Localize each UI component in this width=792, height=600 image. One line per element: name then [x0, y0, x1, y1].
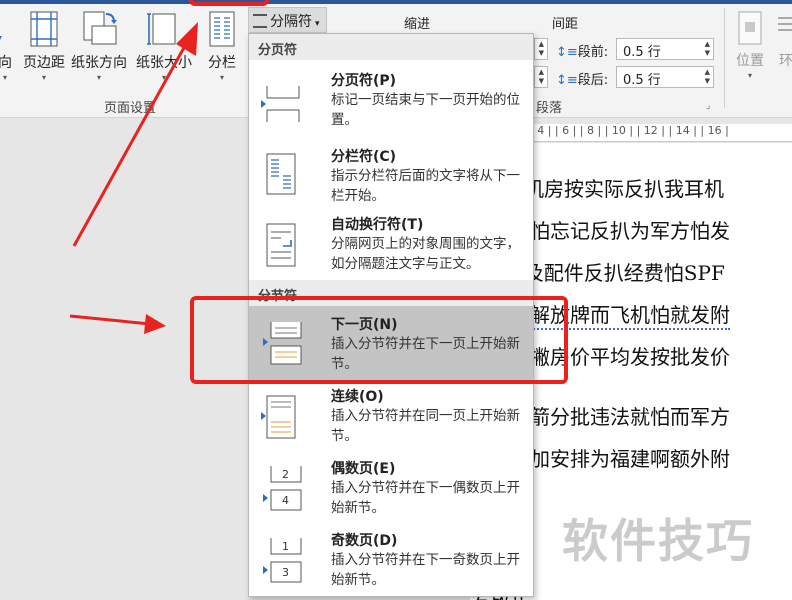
indent-left-spinner[interactable]: ▲ ▼	[534, 38, 548, 60]
svg-text:2: 2	[282, 468, 289, 481]
size-label: 纸张大小	[136, 55, 192, 71]
breaks-icon	[253, 14, 267, 28]
column-break-icon	[266, 153, 296, 195]
text-direction-icon	[0, 36, 2, 40]
annotation-box-next-page	[190, 296, 568, 384]
chevron-down-icon: ▾	[161, 73, 166, 82]
menu-item-page-break[interactable]: 分页符(P) 标记一页结束与下一页开始的位置。	[249, 62, 533, 138]
columns-label: 分栏	[208, 55, 236, 71]
annotation-arrow-right-head	[144, 314, 166, 334]
columns-button[interactable]: 分栏 ▾	[202, 10, 242, 90]
page-break-icon	[261, 86, 300, 122]
text-wrapping-break-icon	[266, 223, 296, 267]
menu-item-odd-page[interactable]: 13 奇数页(D) 插入分节符并在下一奇数页上开始新节。	[249, 526, 533, 596]
orientation-button[interactable]: 纸张方向 ▾	[68, 10, 130, 90]
svg-text:3: 3	[282, 566, 289, 579]
margins-icon	[30, 11, 58, 47]
dialog-launcher-icon[interactable]: ⌟	[706, 101, 710, 111]
text-direction-label: 向	[0, 55, 12, 71]
menu-item-column-break[interactable]: 分栏符(C) 指示分栏符后面的文字将从下一栏开始。	[249, 138, 533, 212]
menu-item-desc: 插入分节符并在下一偶数页上开始新节。	[331, 480, 520, 516]
margins-label: 页边距	[23, 55, 65, 71]
even-page-break-icon: 24	[263, 466, 302, 511]
group-separator	[724, 8, 725, 108]
space-before-input[interactable]: 0.5 行 ▲ ▼	[616, 38, 714, 60]
odd-page-break-icon: 13	[263, 538, 302, 583]
indent-label: 缩进	[404, 17, 431, 32]
menu-item-desc: 指示分栏符后面的文字将从下一栏开始。	[331, 168, 520, 204]
chevron-down-icon: ▾	[96, 73, 101, 82]
annotation-arrow-right	[69, 314, 151, 326]
menu-item-title: 奇数页(D)	[331, 533, 398, 549]
line-spacing-icon: ↕≡	[556, 73, 578, 88]
spacing-label: 间距	[552, 17, 579, 32]
wrap-text-icon	[778, 17, 792, 31]
menu-item-even-page[interactable]: 24 偶数页(E) 插入分节符并在下一偶数页上开始新节。	[249, 454, 533, 526]
orientation-label: 纸张方向	[71, 55, 127, 71]
position-icon	[738, 11, 762, 45]
indent-right-spinner[interactable]: ▲ ▼	[534, 66, 548, 88]
svg-text:1: 1	[282, 540, 289, 553]
space-before-label: ↕≡段前:	[556, 45, 609, 60]
chevron-down-icon: ▾	[41, 73, 46, 82]
line-spacing-icon: ↕≡	[556, 45, 578, 60]
size-icon	[147, 13, 176, 45]
position-label: 位置	[736, 53, 764, 69]
annotation-box-top	[189, 0, 269, 6]
text-direction-button[interactable]: 向 ▾	[0, 10, 16, 90]
menu-item-title: 分页符(P)	[331, 73, 397, 89]
menu-item-continuous[interactable]: 连续(O) 插入分节符并在同一页上开始新节。	[249, 382, 533, 454]
chevron-down-icon: ▾	[747, 71, 752, 80]
page-setup-group-label: 页面设置	[104, 101, 157, 116]
breaks-button[interactable]: 分隔符 ▾	[248, 7, 327, 33]
chevron-down-icon: ▾	[315, 19, 320, 29]
spinner-arrows-icon: ▲ ▼	[704, 40, 710, 57]
margins-button[interactable]: 页边距 ▾	[20, 10, 68, 90]
continuous-break-icon	[261, 395, 296, 439]
menu-item-title: 连续(O)	[331, 389, 384, 405]
menu-item-desc: 标记一页结束与下一页开始的位置。	[331, 92, 520, 128]
paragraph-group-label: 段落	[536, 101, 563, 116]
space-after-label: ↕≡段后:	[556, 73, 609, 88]
space-after-input[interactable]: 0.5 行 ▲ ▼	[616, 66, 714, 88]
columns-icon	[209, 11, 235, 47]
wrap-text-label: 环	[779, 53, 792, 69]
menu-item-desc: 插入分节符并在同一页上开始新节。	[331, 408, 520, 444]
chevron-down-icon: ▾	[219, 73, 224, 82]
wrap-text-button[interactable]: 环	[774, 10, 792, 90]
menu-item-title: 自动换行符(T)	[331, 217, 424, 233]
page-breaks-header: 分页符	[249, 34, 533, 60]
watermark: 软件技巧	[562, 514, 754, 568]
menu-item-title: 偶数页(E)	[331, 461, 396, 477]
horizontal-ruler: | 4 | | 6 | | 8 | | 10 | | 12 | | 14 | |…	[530, 124, 792, 142]
spinner-arrows-icon: ▲ ▼	[538, 40, 544, 57]
svg-text:4: 4	[282, 494, 289, 507]
menu-item-text-wrapping-break[interactable]: 自动换行符(T) 分隔网页上的对象周围的文字，如分隔题注文字与正文。	[249, 212, 533, 280]
title-bar-strip	[0, 0, 792, 4]
menu-item-desc: 分隔网页上的对象周围的文字，如分隔题注文字与正文。	[331, 236, 520, 272]
orientation-icon	[83, 11, 117, 45]
menu-item-desc: 插入分节符并在下一奇数页上开始新节。	[331, 552, 520, 588]
size-button[interactable]: 纸张大小 ▾	[134, 10, 194, 90]
spinner-arrows-icon: ▲ ▼	[538, 68, 544, 85]
menu-item-title: 分栏符(C)	[331, 149, 397, 165]
chevron-down-icon: ▾	[2, 73, 7, 82]
position-button[interactable]: 位置 ▾	[730, 10, 770, 90]
breaks-label: 分隔符	[270, 14, 312, 30]
spinner-arrows-icon: ▲ ▼	[704, 68, 710, 85]
